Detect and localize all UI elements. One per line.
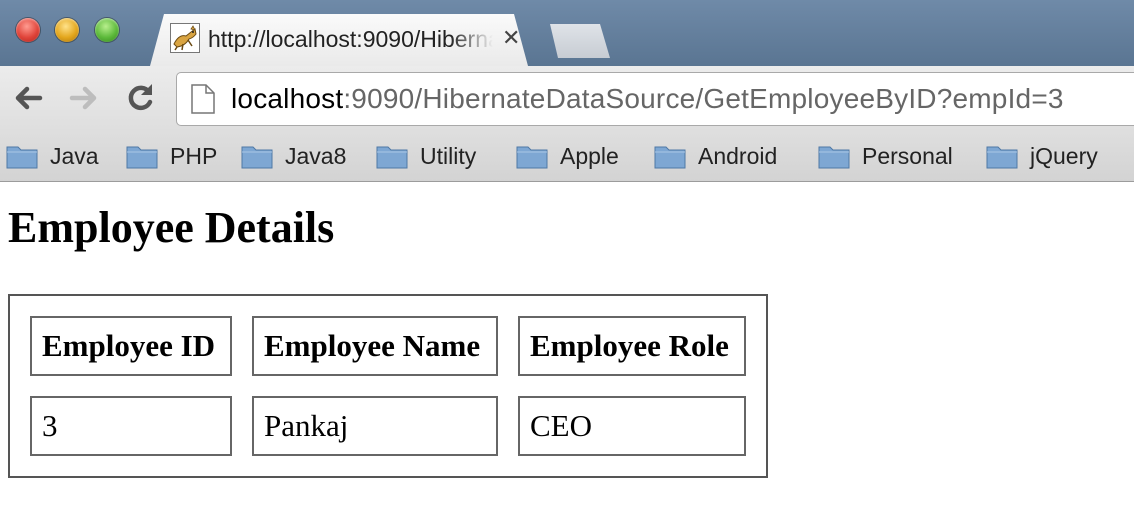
window-titlebar: http://localhost:9090/HibernateDataSourc… [0,0,1134,66]
table-header-employee-name: Employee Name [252,316,498,376]
table-cell-employee-name: Pankaj [252,396,498,456]
folder-icon [654,146,686,169]
bookmark-php[interactable]: PHP [126,139,217,173]
browser-toolbar: localhost:9090/HibernateDataSource/GetEm… [0,66,1134,132]
bookmark-label: Apple [560,142,619,169]
table-cell-employee-id: 3 [30,396,232,456]
tomcat-icon [170,23,200,53]
bookmark-label: Android [698,142,778,169]
minimize-window-button[interactable] [55,18,79,42]
bookmark-personal[interactable]: Personal [818,139,953,173]
url-path: :9090/HibernateDataSource/GetEmployeeByI… [343,83,1064,114]
tab-title: http://localhost:9090/HibernateDataSourc… [208,26,493,52]
bookmark-label: Personal [862,142,953,169]
bookmark-label: Java8 [285,142,347,169]
bookmark-utility[interactable]: Utility [376,139,476,173]
bookmark-java8[interactable]: Java8 [241,139,346,173]
bookmark-label: PHP [170,142,218,169]
bookmarks-bar: Java PHP Java8 Utility Apple Android Per… [0,132,1134,182]
folder-icon [818,146,850,169]
table-header-employee-role: Employee Role [518,316,746,376]
folder-icon [516,146,548,169]
reload-icon[interactable] [122,80,158,116]
bookmark-java[interactable]: Java [6,139,99,173]
folder-icon [6,146,38,169]
employee-table: Employee ID Employee Name Employee Role … [8,294,768,478]
folder-icon [126,146,158,169]
page-icon [191,84,215,114]
tab-close-icon[interactable]: ✕ [502,26,520,50]
folder-icon [241,146,273,169]
bookmark-label: Java [50,142,99,169]
zoom-window-button[interactable] [95,18,119,42]
back-arrow-icon[interactable] [10,80,46,116]
bookmark-label: jQuery [1030,142,1098,169]
table-header-employee-id: Employee ID [30,316,232,376]
bookmark-label: Utility [420,142,477,169]
page-content: Employee Details Employee ID Employee Na… [0,182,1134,526]
address-bar[interactable]: localhost:9090/HibernateDataSource/GetEm… [176,72,1134,126]
browser-tab-active[interactable]: http://localhost:9090/HibernateDataSourc… [150,14,528,66]
folder-icon [986,146,1018,169]
bookmark-android[interactable]: Android [654,139,777,173]
url-host: localhost [231,83,344,114]
table-cell-employee-role: CEO [518,396,746,456]
url-text: localhost:9090/HibernateDataSource/GetEm… [231,83,1064,115]
folder-icon [376,146,408,169]
bookmark-apple[interactable]: Apple [516,139,619,173]
close-window-button[interactable] [16,18,40,42]
page-title: Employee Details [8,203,335,252]
forward-arrow-icon[interactable] [66,80,102,116]
new-tab-button[interactable] [546,24,610,58]
bookmark-jquery[interactable]: jQuery [986,139,1098,173]
